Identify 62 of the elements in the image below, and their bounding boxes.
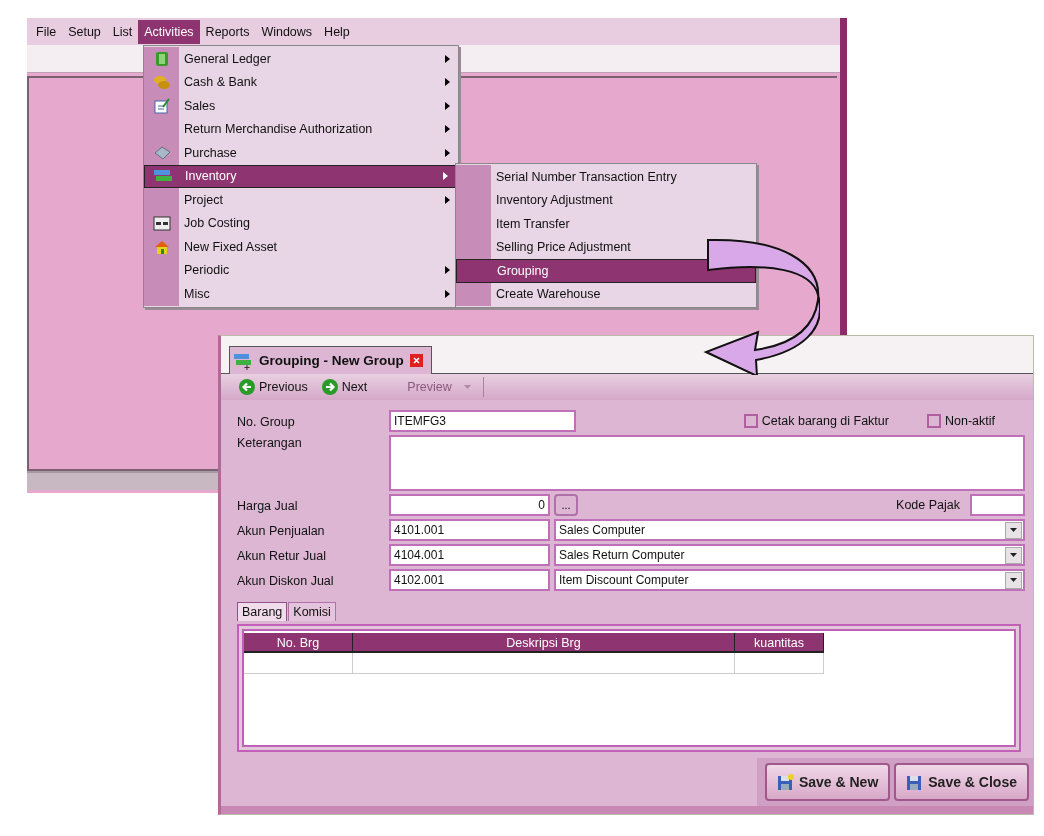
menu-item[interactable]: Help [318, 19, 356, 44]
menu-item[interactable]: Inventory Adjustment [456, 188, 756, 212]
save-button[interactable]: Save & New [764, 763, 891, 801]
field-label: Kode Pajak [896, 498, 960, 512]
browse-button[interactable]: ... [554, 494, 578, 516]
menu-item[interactable]: Item Transfer [456, 212, 756, 236]
menu-item[interactable]: Sales [144, 94, 458, 118]
field-label: Akun Retur Jual [237, 547, 327, 563]
field-label: Akun Penjualan [237, 522, 326, 538]
checkbox-label: Non-aktif [944, 414, 995, 428]
menu-item[interactable]: List [106, 19, 139, 44]
menu-item[interactable]: Activities [138, 19, 200, 44]
menu-item[interactable]: General Ledger [144, 47, 458, 71]
boxes-icon [233, 351, 253, 370]
checkbox[interactable] [926, 414, 941, 428]
account-dropdown[interactable]: Item Discount Computer [554, 569, 1025, 591]
field-label: Keterangan [237, 435, 303, 450]
menu-item[interactable]: Create Warehouse [456, 282, 756, 306]
menu-item[interactable]: Job Costing [144, 211, 458, 235]
menu-item[interactable]: Cash & Bank [144, 70, 458, 94]
text-field[interactable] [970, 494, 1025, 516]
menu-item[interactable]: Serial Number Transaction Entry [456, 165, 756, 189]
menu-item[interactable]: New Fixed Asset [144, 235, 458, 259]
dropdown-arrow-icon [463, 385, 471, 389]
account-code-field[interactable]: 4102.001 [389, 569, 550, 591]
tab[interactable]: Komisi [288, 602, 336, 621]
toolbar-button[interactable]: Previous [233, 377, 314, 397]
menu-item[interactable]: Windows [255, 19, 319, 44]
coins-icon [152, 74, 171, 91]
tab[interactable]: Barang [237, 602, 288, 621]
back-arrow-icon [239, 379, 255, 395]
column-header[interactable]: kuantitas [735, 633, 824, 653]
toolbar-button[interactable]: Next [315, 377, 374, 397]
menu-item[interactable]: Inventory [144, 164, 458, 188]
column-header[interactable]: No. Brg [244, 633, 353, 653]
account-code-field[interactable]: 4101.001 [389, 519, 550, 541]
menu-item[interactable]: Project [144, 188, 458, 212]
form-icon [152, 97, 171, 114]
menu-item[interactable]: Purchase [144, 141, 458, 165]
field-label: No. Group [237, 413, 296, 429]
account-dropdown[interactable]: Sales Return Computer [554, 544, 1025, 566]
menu-item[interactable]: Reports [199, 19, 256, 44]
checkbox-label: Cetak barang di Faktur [761, 414, 889, 428]
checkbox[interactable] [743, 414, 758, 428]
menu-item[interactable]: Grouping [456, 259, 756, 283]
menu-item[interactable]: Misc [144, 282, 458, 306]
text-field[interactable]: ITEMFG3 [389, 410, 576, 432]
number-field[interactable]: 0 [389, 494, 550, 516]
menu-item[interactable]: Setup [62, 19, 107, 44]
account-dropdown[interactable]: Sales Computer [554, 519, 1025, 541]
menu-item[interactable]: File [30, 19, 63, 44]
menu-item[interactable]: Periodic [144, 258, 458, 282]
document-tab[interactable]: Grouping - New Group [229, 346, 432, 374]
field-label: Harga Jual [237, 497, 299, 513]
field-label: Akun Diskon Jual [237, 572, 335, 588]
save-button[interactable]: Save & Close [894, 763, 1029, 801]
forward-arrow-icon [321, 379, 338, 395]
text-area[interactable] [389, 435, 1025, 491]
close-icon[interactable] [409, 354, 423, 367]
column-header[interactable]: Deskripsi Brg [353, 633, 735, 653]
menu-item[interactable]: Return Merchandise Authorization [144, 117, 458, 141]
account-code-field[interactable]: 4104.001 [389, 544, 550, 566]
